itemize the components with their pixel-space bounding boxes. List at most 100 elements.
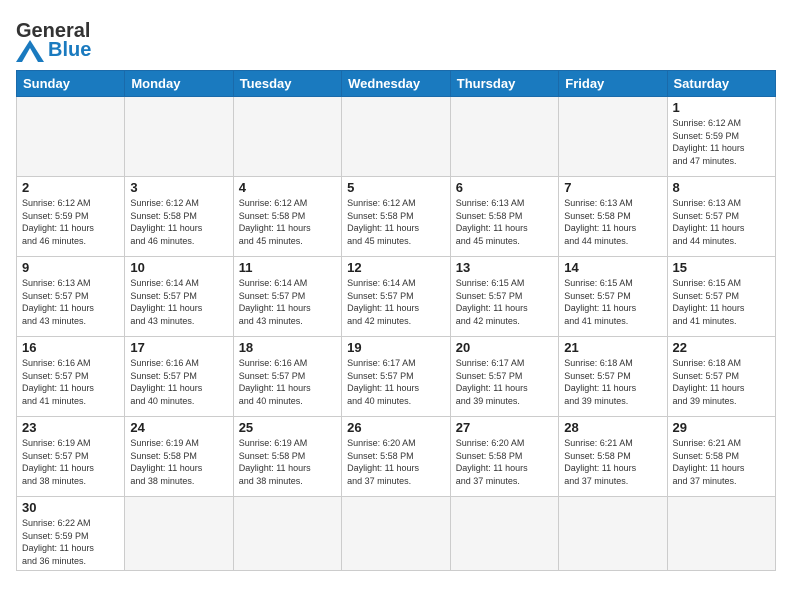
- day-number: 16: [22, 340, 119, 355]
- calendar-cell: [342, 497, 451, 571]
- calendar-header-monday: Monday: [125, 71, 233, 97]
- calendar-cell: 20 Sunrise: 6:17 AM Sunset: 5:57 PM Dayli…: [450, 337, 558, 417]
- calendar-week-1: 1 Sunrise: 6:12 AM Sunset: 5:59 PM Daylig…: [17, 97, 776, 177]
- calendar-header-thursday: Thursday: [450, 71, 558, 97]
- calendar-header-friday: Friday: [559, 71, 667, 97]
- calendar-cell: 27 Sunrise: 6:20 AM Sunset: 5:58 PM Dayli…: [450, 417, 558, 497]
- day-info: Sunrise: 6:16 AM Sunset: 5:57 PM Dayligh…: [239, 357, 336, 407]
- calendar-cell: 21Sunrise: 6:18 AM Sunset: 5:57 PM Dayli…: [559, 337, 667, 417]
- calendar-cell: 9 Sunrise: 6:13 AM Sunset: 5:57 PM Daylig…: [17, 257, 125, 337]
- day-info: Sunrise: 6:19 AM Sunset: 5:57 PM Dayligh…: [22, 437, 119, 487]
- day-number: 18: [239, 340, 336, 355]
- day-info: Sunrise: 6:15 AM Sunset: 5:57 PM Dayligh…: [456, 277, 553, 327]
- day-number: 25: [239, 420, 336, 435]
- day-info: Sunrise: 6:21 AM Sunset: 5:58 PM Dayligh…: [673, 437, 771, 487]
- day-number: 9: [22, 260, 119, 275]
- day-number: 8: [673, 180, 771, 195]
- calendar-cell: 29 Sunrise: 6:21 AM Sunset: 5:58 PM Dayli…: [667, 417, 776, 497]
- calendar-cell: [17, 97, 125, 177]
- day-info: Sunrise: 6:20 AM Sunset: 5:58 PM Dayligh…: [456, 437, 553, 487]
- logo-triangle-icon: [16, 40, 44, 62]
- calendar-cell: [233, 497, 341, 571]
- day-number: 26: [347, 420, 445, 435]
- calendar-cell: [559, 497, 667, 571]
- day-info: Sunrise: 6:13 AM Sunset: 5:57 PM Dayligh…: [673, 197, 771, 247]
- calendar-cell: 17Sunrise: 6:16 AM Sunset: 5:57 PM Dayli…: [125, 337, 233, 417]
- calendar-cell: 6Sunrise: 6:13 AM Sunset: 5:58 PM Daylig…: [450, 177, 558, 257]
- calendar-cell: 12 Sunrise: 6:14 AM Sunset: 5:57 PM Dayli…: [342, 257, 451, 337]
- day-info: Sunrise: 6:21 AM Sunset: 5:58 PM Dayligh…: [564, 437, 661, 487]
- day-number: 21: [564, 340, 661, 355]
- calendar-week-6: 30Sunrise: 6:22 AM Sunset: 5:59 PM Dayli…: [17, 497, 776, 571]
- calendar-header-wednesday: Wednesday: [342, 71, 451, 97]
- calendar-cell: 15 Sunrise: 6:15 AM Sunset: 5:57 PM Dayli…: [667, 257, 776, 337]
- calendar-cell: 30Sunrise: 6:22 AM Sunset: 5:59 PM Dayli…: [17, 497, 125, 571]
- calendar-cell: 11Sunrise: 6:14 AM Sunset: 5:57 PM Dayli…: [233, 257, 341, 337]
- calendar-cell: [233, 97, 341, 177]
- day-number: 20: [456, 340, 553, 355]
- calendar-cell: [667, 497, 776, 571]
- calendar-cell: 4 Sunrise: 6:12 AM Sunset: 5:58 PM Daylig…: [233, 177, 341, 257]
- logo: General Blue: [16, 16, 91, 62]
- day-info: Sunrise: 6:15 AM Sunset: 5:57 PM Dayligh…: [564, 277, 661, 327]
- header: General Blue: [16, 16, 776, 62]
- calendar-cell: 3Sunrise: 6:12 AM Sunset: 5:58 PM Daylig…: [125, 177, 233, 257]
- calendar-cell: [559, 97, 667, 177]
- day-info: Sunrise: 6:16 AM Sunset: 5:57 PM Dayligh…: [22, 357, 119, 407]
- day-info: Sunrise: 6:20 AM Sunset: 5:58 PM Dayligh…: [347, 437, 445, 487]
- day-number: 19: [347, 340, 445, 355]
- calendar-week-2: 2Sunrise: 6:12 AM Sunset: 5:59 PM Daylig…: [17, 177, 776, 257]
- calendar-cell: [125, 497, 233, 571]
- logo-icon: General Blue: [16, 20, 91, 62]
- day-number: 28: [564, 420, 661, 435]
- day-number: 13: [456, 260, 553, 275]
- day-info: Sunrise: 6:14 AM Sunset: 5:57 PM Dayligh…: [347, 277, 445, 327]
- day-number: 1: [673, 100, 771, 115]
- calendar-cell: 13 Sunrise: 6:15 AM Sunset: 5:57 PM Dayli…: [450, 257, 558, 337]
- calendar-cell: 14 Sunrise: 6:15 AM Sunset: 5:57 PM Dayli…: [559, 257, 667, 337]
- day-info: Sunrise: 6:12 AM Sunset: 5:59 PM Dayligh…: [673, 117, 771, 167]
- day-number: 15: [673, 260, 771, 275]
- calendar-cell: 8 Sunrise: 6:13 AM Sunset: 5:57 PM Daylig…: [667, 177, 776, 257]
- day-number: 10: [130, 260, 227, 275]
- calendar-week-3: 9 Sunrise: 6:13 AM Sunset: 5:57 PM Daylig…: [17, 257, 776, 337]
- day-number: 29: [673, 420, 771, 435]
- calendar-cell: 18 Sunrise: 6:16 AM Sunset: 5:57 PM Dayli…: [233, 337, 341, 417]
- day-number: 5: [347, 180, 445, 195]
- day-number: 12: [347, 260, 445, 275]
- day-info: Sunrise: 6:18 AM Sunset: 5:57 PM Dayligh…: [673, 357, 771, 407]
- calendar: SundayMondayTuesdayWednesdayThursdayFrid…: [16, 70, 776, 571]
- day-info: Sunrise: 6:14 AM Sunset: 5:57 PM Dayligh…: [130, 277, 227, 327]
- day-number: 27: [456, 420, 553, 435]
- calendar-header-sunday: Sunday: [17, 71, 125, 97]
- day-info: Sunrise: 6:12 AM Sunset: 5:58 PM Dayligh…: [347, 197, 445, 247]
- calendar-cell: [450, 497, 558, 571]
- day-number: 23: [22, 420, 119, 435]
- day-number: 7: [564, 180, 661, 195]
- day-info: Sunrise: 6:17 AM Sunset: 5:57 PM Dayligh…: [456, 357, 553, 407]
- day-info: Sunrise: 6:16 AM Sunset: 5:57 PM Dayligh…: [130, 357, 227, 407]
- day-number: 14: [564, 260, 661, 275]
- day-number: 4: [239, 180, 336, 195]
- day-info: Sunrise: 6:19 AM Sunset: 5:58 PM Dayligh…: [239, 437, 336, 487]
- calendar-header-saturday: Saturday: [667, 71, 776, 97]
- calendar-cell: 5 Sunrise: 6:12 AM Sunset: 5:58 PM Daylig…: [342, 177, 451, 257]
- day-info: Sunrise: 6:13 AM Sunset: 5:58 PM Dayligh…: [456, 197, 553, 247]
- page: General Blue SundayMondayTues: [0, 0, 792, 612]
- calendar-cell: 1 Sunrise: 6:12 AM Sunset: 5:59 PM Daylig…: [667, 97, 776, 177]
- calendar-cell: 28 Sunrise: 6:21 AM Sunset: 5:58 PM Dayli…: [559, 417, 667, 497]
- calendar-cell: [125, 97, 233, 177]
- calendar-header-row: SundayMondayTuesdayWednesdayThursdayFrid…: [17, 71, 776, 97]
- calendar-cell: 2Sunrise: 6:12 AM Sunset: 5:59 PM Daylig…: [17, 177, 125, 257]
- calendar-cell: 26 Sunrise: 6:20 AM Sunset: 5:58 PM Dayli…: [342, 417, 451, 497]
- calendar-week-4: 16 Sunrise: 6:16 AM Sunset: 5:57 PM Dayli…: [17, 337, 776, 417]
- calendar-cell: 22Sunrise: 6:18 AM Sunset: 5:57 PM Dayli…: [667, 337, 776, 417]
- day-info: Sunrise: 6:13 AM Sunset: 5:57 PM Dayligh…: [22, 277, 119, 327]
- calendar-cell: 23 Sunrise: 6:19 AM Sunset: 5:57 PM Dayli…: [17, 417, 125, 497]
- calendar-cell: 16 Sunrise: 6:16 AM Sunset: 5:57 PM Dayli…: [17, 337, 125, 417]
- calendar-cell: 25 Sunrise: 6:19 AM Sunset: 5:58 PM Dayli…: [233, 417, 341, 497]
- day-info: Sunrise: 6:14 AM Sunset: 5:57 PM Dayligh…: [239, 277, 336, 327]
- day-number: 30: [22, 500, 119, 515]
- day-info: Sunrise: 6:12 AM Sunset: 5:58 PM Dayligh…: [239, 197, 336, 247]
- day-info: Sunrise: 6:15 AM Sunset: 5:57 PM Dayligh…: [673, 277, 771, 327]
